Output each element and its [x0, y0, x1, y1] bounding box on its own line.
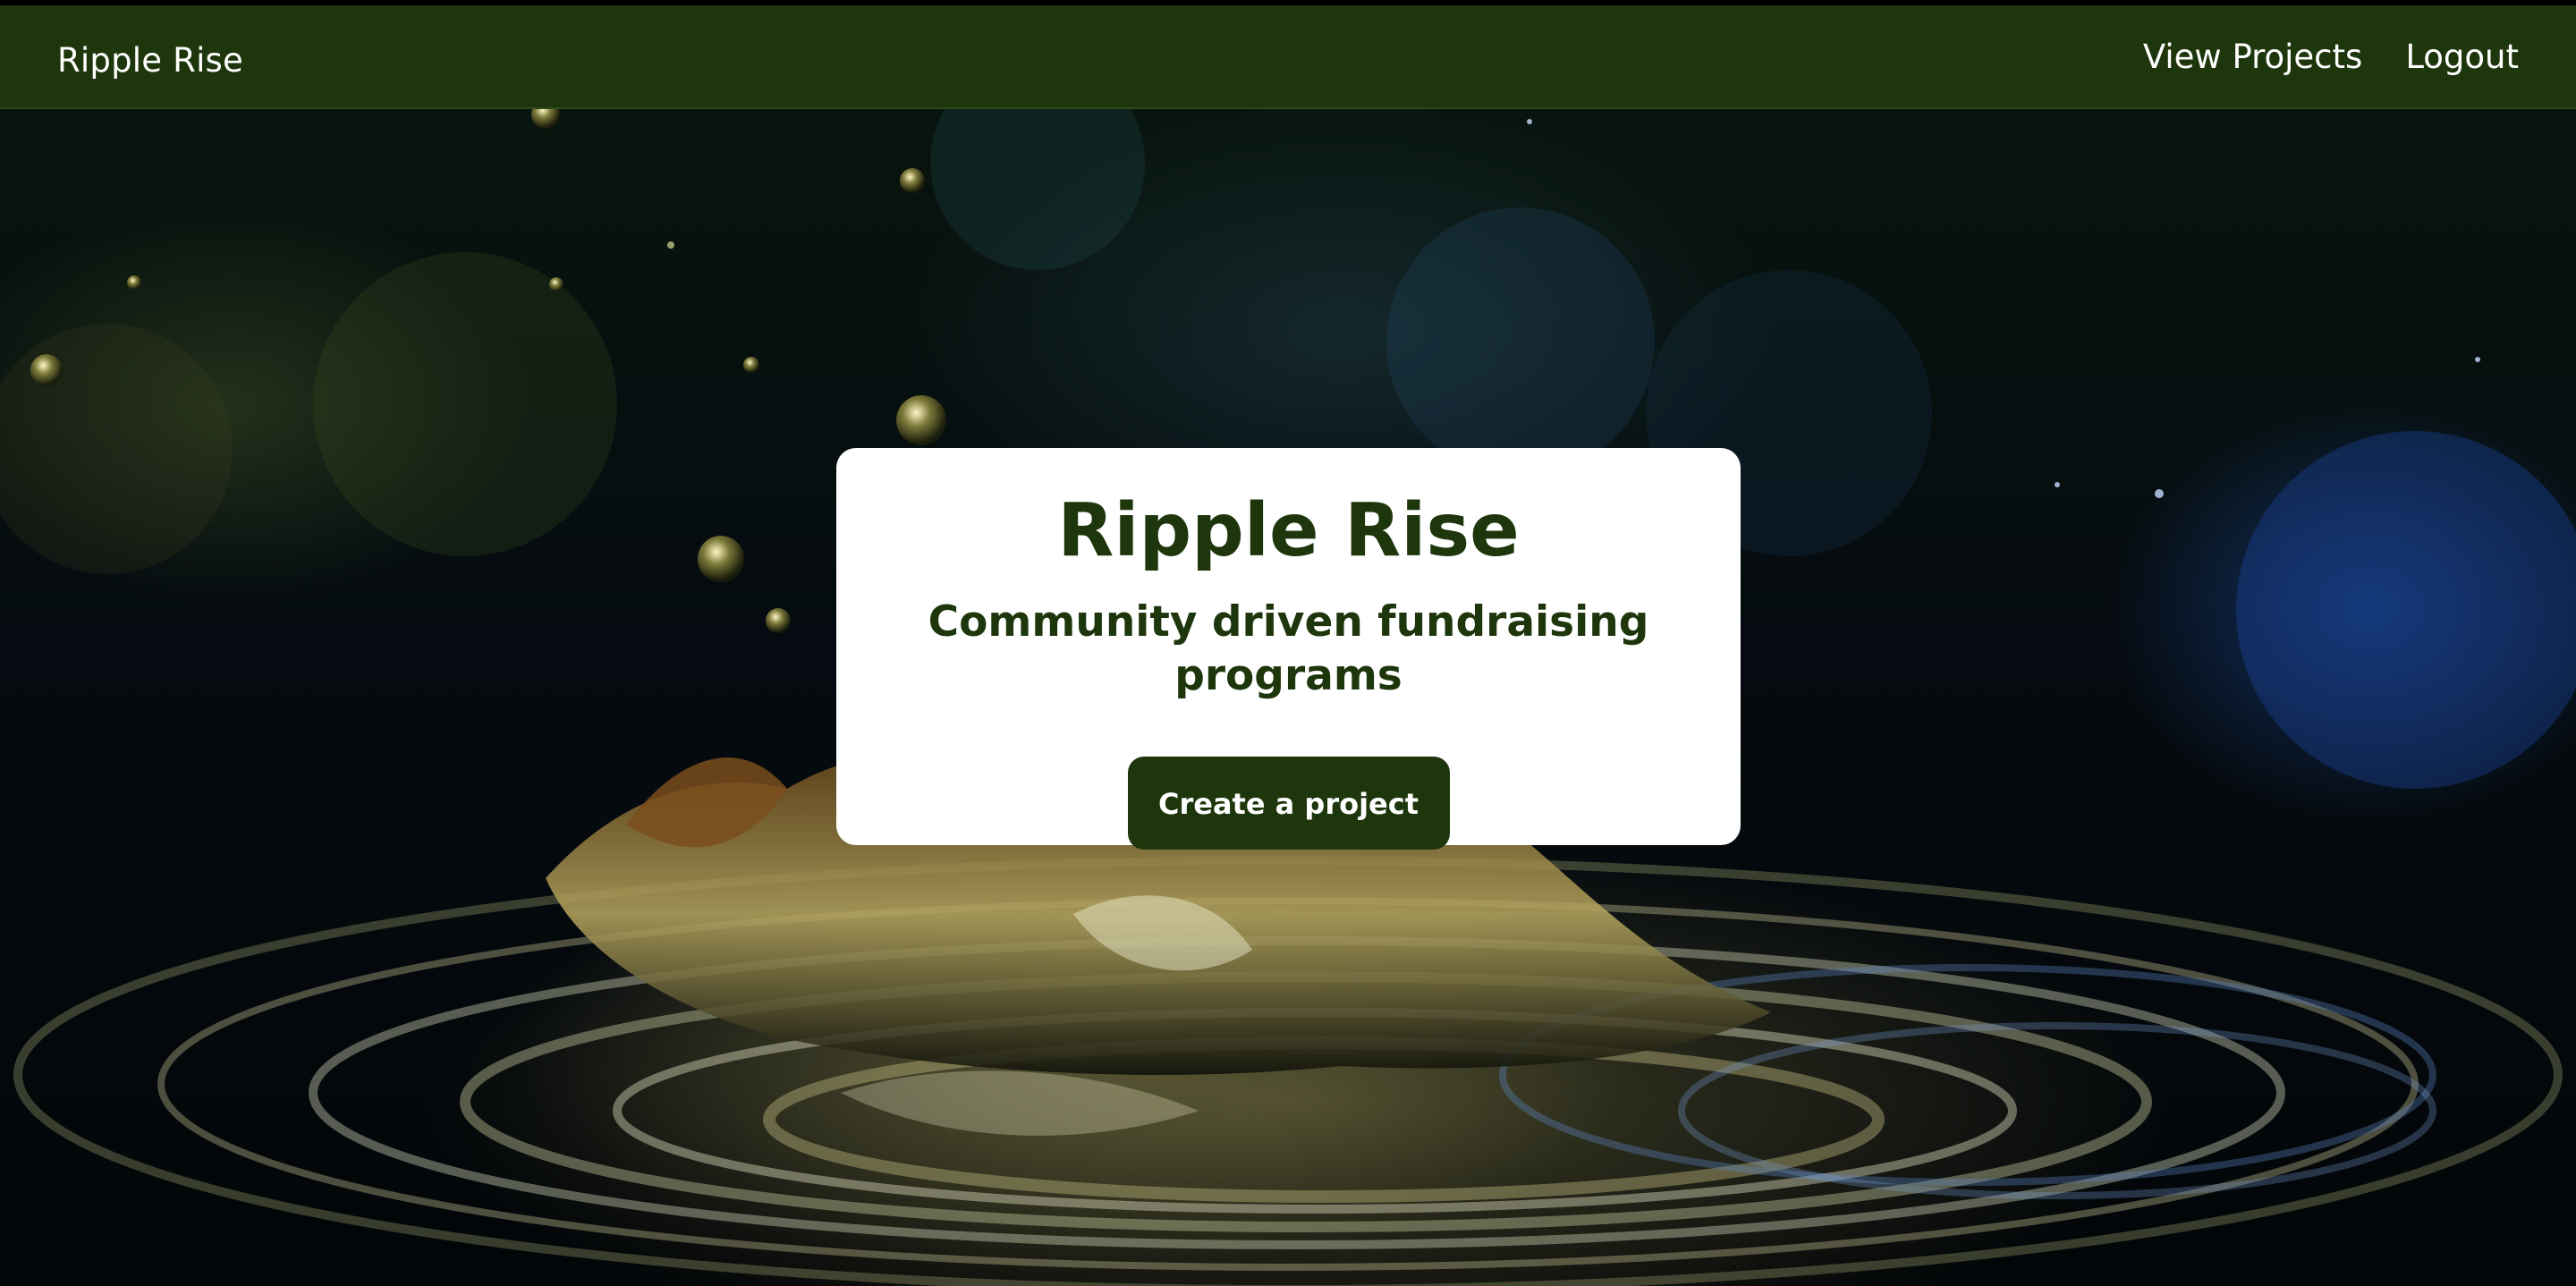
create-project-button[interactable]: Create a project [1127, 757, 1450, 850]
brand-link[interactable]: Ripple Rise [57, 41, 243, 80]
hero-card: Ripple Rise Community driven fundraising… [836, 448, 1741, 850]
view-projects-link[interactable]: View Projects [2143, 38, 2362, 76]
hero-subtitle: Community driven fundraising programs [928, 597, 1649, 700]
main-nav: View Projects Logout [2143, 38, 2519, 76]
hero-title: Ripple Rise [1057, 488, 1520, 573]
top-navbar: Ripple Rise View Projects Logout [0, 0, 2576, 109]
hero-section: Ripple Rise Community driven fundraising… [0, 109, 2576, 1286]
logout-link[interactable]: Logout [2405, 38, 2519, 76]
